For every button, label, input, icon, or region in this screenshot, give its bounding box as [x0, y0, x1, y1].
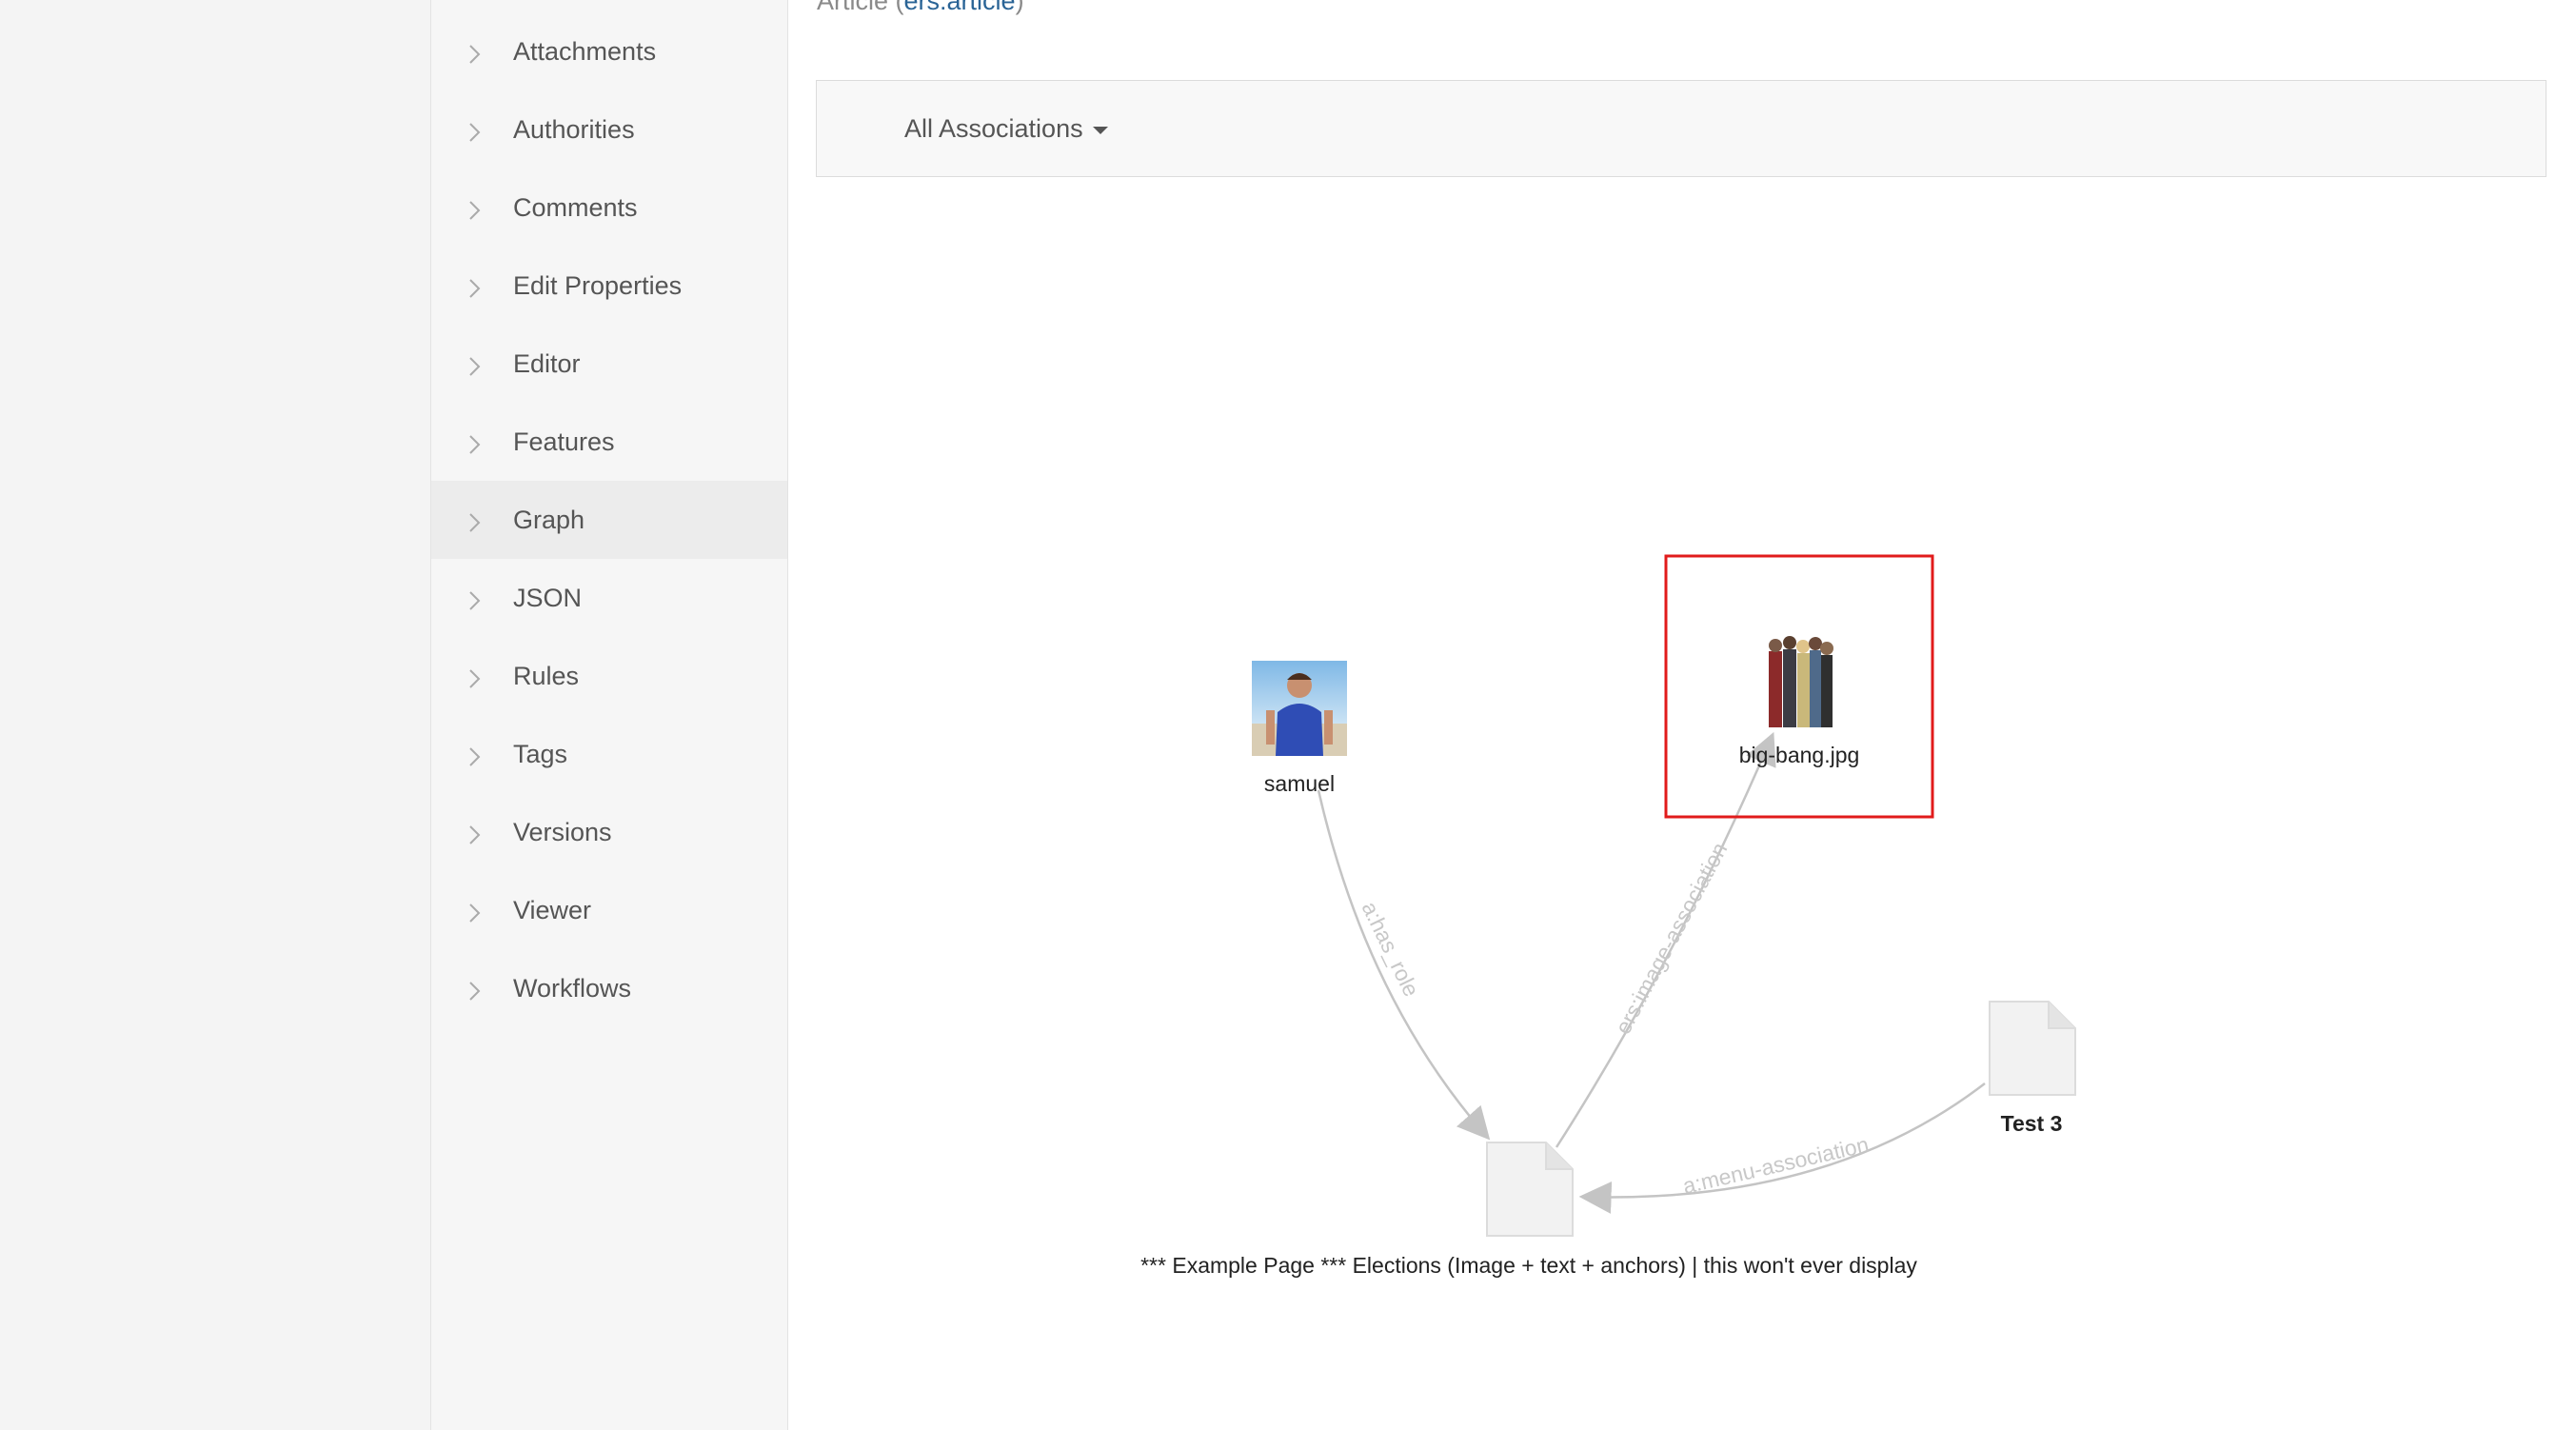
association-graph: a:has_role ers:image-association a:menu-… — [1140, 554, 2076, 1278]
document-icon — [1486, 1142, 1574, 1237]
node-label-example-page: *** Example Page *** Elections (Image + … — [1140, 1253, 1917, 1278]
graph-node-test3[interactable]: Test 3 — [1989, 1001, 2076, 1136]
graph-node-big-bang[interactable]: big-bang.jpg — [1664, 554, 1934, 819]
edge-label-menu-association: a:menu-association — [1680, 1132, 1871, 1199]
graph-node-samuel[interactable]: samuel — [1252, 661, 1347, 796]
edge-label-has-role: a:has_role — [1357, 898, 1424, 1001]
group-photo-icon — [1766, 632, 1834, 727]
person-photo-icon — [1252, 661, 1347, 756]
edge-menu-association — [1578, 1082, 1986, 1214]
document-icon — [1989, 1001, 2076, 1096]
node-label-big-bang: big-bang.jpg — [1739, 743, 1860, 767]
node-label-test3: Test 3 — [2001, 1111, 2063, 1136]
edge-label-image-association: ers:image-association — [1610, 839, 1732, 1039]
node-label-samuel: samuel — [1264, 771, 1335, 796]
